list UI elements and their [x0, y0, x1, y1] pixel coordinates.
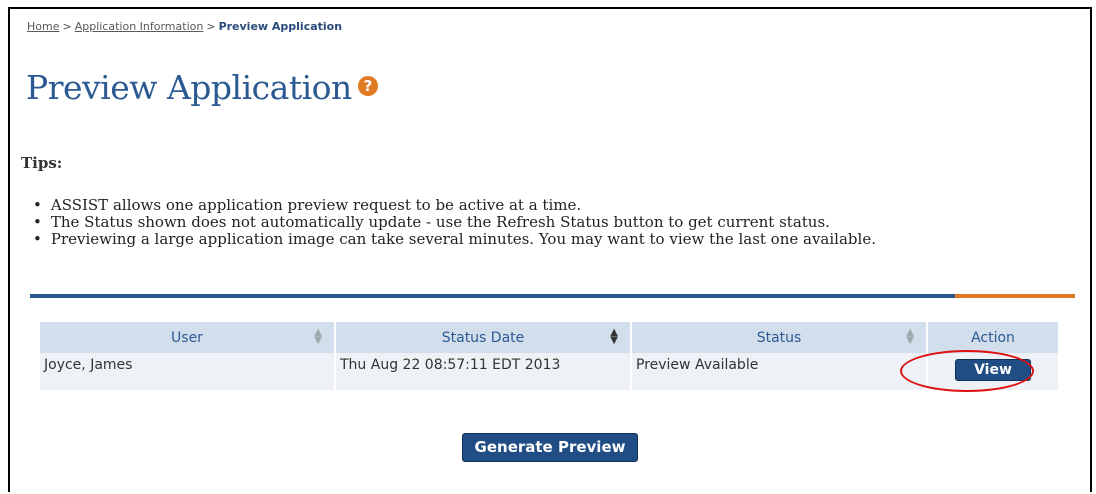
tips-heading: Tips: — [21, 154, 63, 172]
sort-icon: ▲ ▼ — [906, 327, 914, 346]
cell-status: Preview Available — [631, 353, 928, 390]
preview-requests-table: User ▲ ▼ Status Date ▲ ▼ Status ▲ ▼ Action … — [40, 322, 1058, 390]
column-header-action: Action — [927, 322, 1058, 353]
breadcrumb-separator: > — [62, 20, 72, 33]
column-header-label: Action — [971, 329, 1015, 346]
section-divider-orange — [955, 294, 1075, 298]
tip-item: ASSIST allows one application preview re… — [33, 197, 876, 214]
table-header-row: User ▲ ▼ Status Date ▲ ▼ Status ▲ ▼ Action — [40, 322, 1058, 353]
sort-icon: ▲ ▼ — [314, 327, 322, 346]
section-divider-blue — [30, 294, 955, 298]
cell-action: View — [927, 353, 1058, 390]
table-row: Joyce, James Thu Aug 22 08:57:11 EDT 201… — [40, 353, 1058, 390]
breadcrumb-current: Preview Application — [218, 20, 343, 33]
breadcrumb: Home > Application Information > Preview App… — [27, 20, 342, 33]
column-header-label: Status Date — [441, 329, 525, 346]
column-header-label: Status — [756, 329, 802, 346]
generate-preview-button[interactable]: Generate Preview — [462, 433, 638, 462]
column-header-status[interactable]: Status ▲ ▼ — [631, 322, 928, 353]
tip-item: The Status shown does not automatically … — [33, 214, 876, 231]
breadcrumb-separator: > — [206, 20, 216, 33]
tips-list: ASSIST allows one application preview re… — [33, 197, 876, 248]
cell-user: Joyce, James — [40, 353, 336, 390]
column-header-user[interactable]: User ▲ ▼ — [40, 322, 336, 353]
cell-status-date: Thu Aug 22 08:57:11 EDT 2013 — [335, 353, 632, 390]
help-icon[interactable]: ? — [358, 76, 378, 96]
sort-active-icon: ▲ ▼ — [610, 327, 618, 346]
page-title: Preview Application — [26, 68, 352, 107]
column-header-status-date[interactable]: Status Date ▲ ▼ — [335, 322, 632, 353]
breadcrumb-application-information-link[interactable]: Application Information — [75, 20, 204, 33]
column-header-label: User — [171, 329, 203, 346]
view-button[interactable]: View — [955, 359, 1031, 381]
breadcrumb-home-link[interactable]: Home — [27, 20, 59, 33]
tip-item: Previewing a large application image can… — [33, 231, 876, 248]
